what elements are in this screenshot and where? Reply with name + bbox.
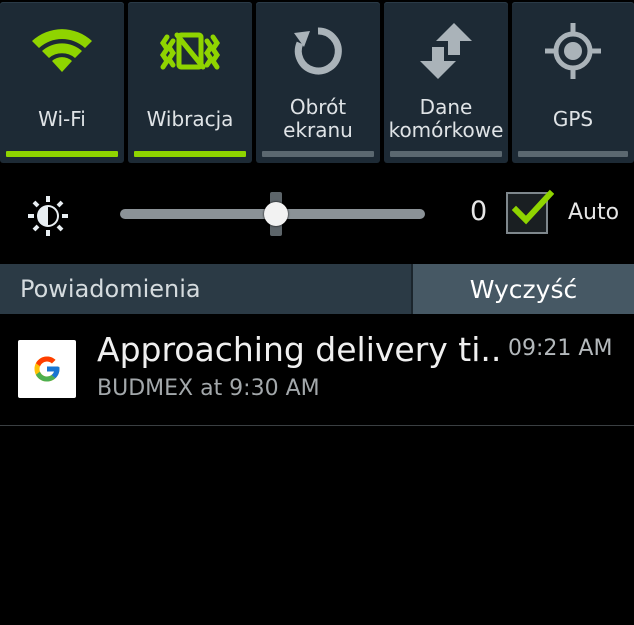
brightness-icon <box>26 194 70 238</box>
vibrate-icon <box>128 16 252 86</box>
rotate-icon <box>256 16 380 86</box>
notification-item[interactable]: Approaching delivery ti.. BUDMEX at 9:30… <box>0 314 634 426</box>
google-icon <box>18 340 76 398</box>
rotate-toggle[interactable]: Obrót ekranu <box>256 2 380 163</box>
notifications-header: Powiadomienia Wyczyść <box>0 264 634 314</box>
brightness-row: 0 Auto <box>0 164 634 264</box>
wifi-toggle[interactable]: Wi-Fi <box>0 2 124 163</box>
mobile-data-toggle[interactable]: Dane komórkowe <box>384 2 508 163</box>
vibration-toggle[interactable]: Wibracja <box>128 2 252 163</box>
notifications-title: Powiadomienia <box>20 275 201 303</box>
brightness-value: 0 <box>470 196 488 227</box>
notification-time: 09:21 AM <box>508 336 613 361</box>
divider <box>0 425 634 426</box>
mobile-data-icon <box>384 16 508 86</box>
wifi-status-bar <box>6 151 118 157</box>
rotate-status-bar <box>262 151 374 157</box>
clear-button[interactable]: Wyczyść <box>411 264 634 314</box>
wifi-icon <box>0 16 124 86</box>
auto-brightness-checkbox[interactable] <box>506 189 554 234</box>
quick-settings-panel: Wi-Fi Wibracja Obrót ekranu Dane komórko… <box>0 0 634 164</box>
gps-icon <box>512 16 634 86</box>
gps-toggle[interactable]: GPS <box>512 2 634 163</box>
mobile-data-label-line1: Dane <box>419 95 473 119</box>
mobile-data-label-line2: komórkowe <box>388 118 504 142</box>
notification-title: Approaching delivery ti.. <box>97 330 502 369</box>
brightness-slider-thumb[interactable] <box>264 202 288 226</box>
rotate-label-line1: Obrót <box>289 95 347 119</box>
gps-status-bar <box>518 151 628 157</box>
wifi-label: Wi-Fi <box>38 107 86 131</box>
rotate-label-line2: ekranu <box>283 118 353 142</box>
vibration-label: Wibracja <box>146 107 234 131</box>
gps-label: GPS <box>552 107 594 131</box>
mobile-data-status-bar <box>390 151 502 157</box>
auto-brightness-label: Auto <box>568 200 620 225</box>
vibration-status-bar <box>134 151 246 157</box>
checkmark-icon <box>511 189 554 225</box>
notification-subtitle: BUDMEX at 9:30 AM <box>97 376 320 401</box>
